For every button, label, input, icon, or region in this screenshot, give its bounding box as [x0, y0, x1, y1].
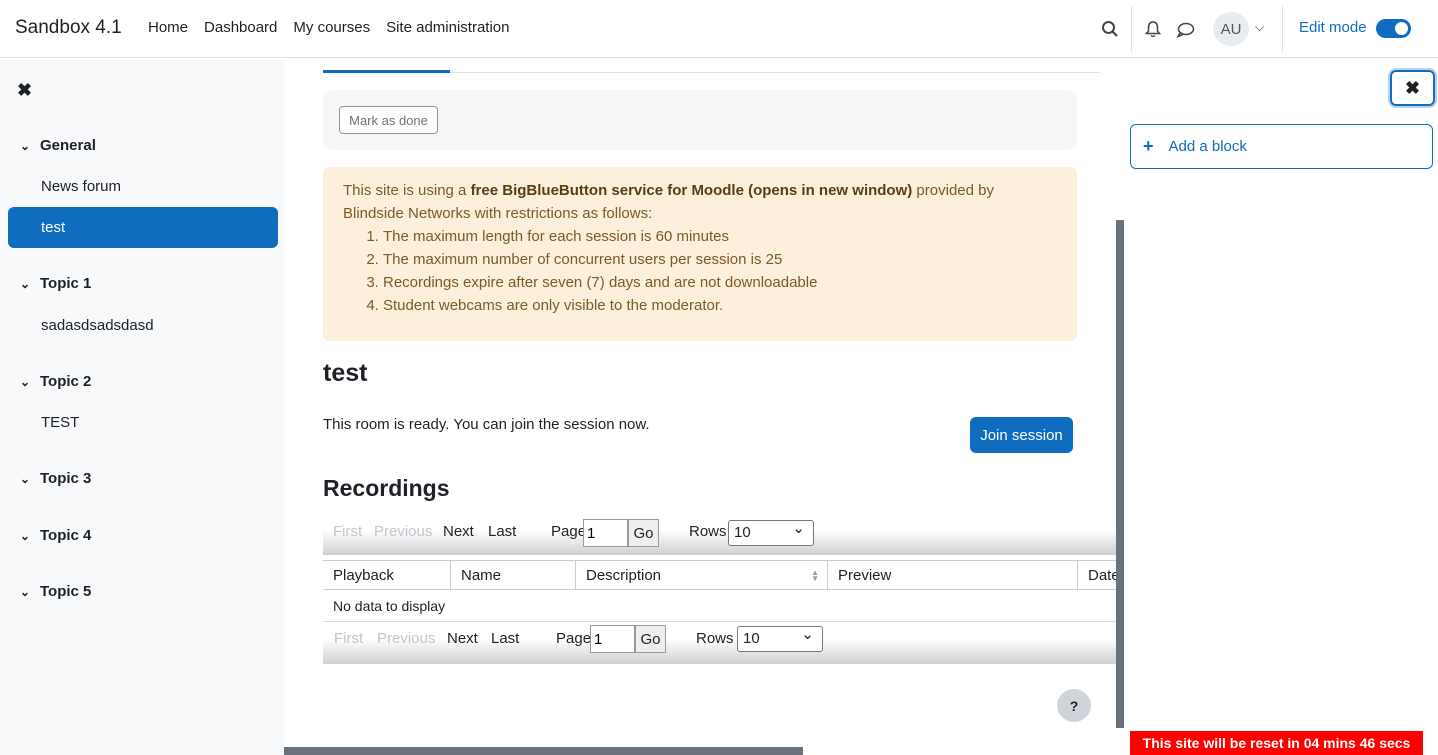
pager-first[interactable]: First	[334, 630, 363, 647]
nav-home[interactable]: Home	[148, 19, 188, 36]
table-header: Playback Name Description ▲ ▼ Preview Date	[323, 560, 1116, 590]
activity-completion: Mark as done	[323, 90, 1077, 150]
main-content: Mark as done This site is using a free B…	[284, 59, 1116, 755]
restriction-item: Recordings expire after seven (7) days a…	[383, 271, 1057, 294]
recordings-heading: Recordings	[323, 475, 450, 501]
block-drawer: ✖ + Add a block	[1125, 59, 1438, 755]
section-title: Topic 4	[40, 527, 92, 544]
edit-mode-toggle[interactable]	[1376, 19, 1411, 38]
bell-icon[interactable]	[1143, 19, 1163, 39]
mark-as-done-button[interactable]: Mark as done	[339, 106, 438, 134]
primary-nav: Home Dashboard My courses Site administr…	[148, 19, 510, 36]
go-button[interactable]: Go	[635, 625, 666, 653]
empty-message: No data to display	[323, 590, 1116, 622]
rows-select[interactable]: 10	[737, 623, 823, 652]
section-topic-5[interactable]: ⌄ Topic 5	[20, 583, 91, 600]
nav-site-administration[interactable]: Site administration	[386, 19, 509, 36]
go-button[interactable]: Go	[628, 519, 659, 547]
column-header[interactable]: Playback	[323, 561, 451, 590]
rows-label: Rows	[689, 523, 727, 540]
close-icon[interactable]: ✖	[1390, 70, 1435, 106]
sort-icon[interactable]: ▲ ▼	[811, 569, 819, 583]
room-status: This room is ready. You can join the ses…	[323, 416, 650, 433]
bbb-service-notice: This site is using a free BigBlueButton …	[323, 167, 1077, 341]
section-topic-2[interactable]: ⌄ Topic 2	[20, 373, 91, 390]
chevron-down-icon[interactable]: ⌄	[20, 529, 40, 543]
active-tab-indicator	[323, 70, 450, 73]
section-topic-3[interactable]: ⌄ Topic 3	[20, 470, 91, 487]
vertical-scrollbar[interactable]	[1116, 220, 1124, 728]
pager-first[interactable]: First	[333, 523, 362, 540]
pager-previous[interactable]: Previous	[374, 523, 432, 540]
section-topic-1[interactable]: ⌄ Topic 1	[20, 275, 91, 292]
page-label: Page	[556, 630, 592, 647]
column-header[interactable]: Preview	[828, 561, 1078, 590]
pager-next[interactable]: Next	[443, 523, 474, 540]
bbb-service-link[interactable]: free BigBlueButton service for Moodle (o…	[471, 182, 913, 199]
recordings-pager-top: First Previous Next Last Page Go Rows 10	[323, 513, 1116, 555]
section-topic-4[interactable]: ⌄ Topic 4	[20, 527, 91, 544]
horizontal-scrollbar[interactable]	[284, 747, 803, 755]
section-general[interactable]: ⌄ General	[20, 137, 96, 154]
site-reset-banner: This site will be reset in 04 mins 46 se…	[1130, 731, 1423, 755]
restriction-list: The maximum length for each session is 6…	[343, 225, 1057, 317]
chat-icon[interactable]	[1174, 19, 1196, 39]
chevron-down-icon[interactable]: ⌄	[20, 139, 40, 153]
column-header[interactable]: Date	[1078, 561, 1116, 590]
close-icon[interactable]: ✖	[17, 80, 32, 101]
top-navbar: Sandbox 4.1 Home Dashboard My courses Si…	[0, 0, 1438, 58]
page-number-input[interactable]	[590, 625, 635, 653]
page-number-input[interactable]	[583, 519, 628, 547]
add-block-button[interactable]: + Add a block	[1130, 124, 1433, 169]
chevron-down-icon[interactable]: ⌄	[20, 375, 40, 389]
nav-my-courses[interactable]: My courses	[293, 19, 370, 36]
activity-news-forum[interactable]: News forum	[41, 178, 121, 195]
navbar-divider	[1282, 6, 1283, 52]
section-title: General	[40, 137, 96, 154]
nav-dashboard[interactable]: Dashboard	[204, 19, 277, 36]
add-block-label: Add a block	[1168, 138, 1247, 155]
notice-text: This site is using a free BigBlueButton …	[343, 182, 994, 222]
restriction-item: The maximum number of concurrent users p…	[383, 248, 1057, 271]
section-title: Topic 2	[40, 373, 92, 390]
chevron-down-icon[interactable]: ⌵	[1255, 20, 1264, 35]
rows-select[interactable]: 10	[728, 517, 814, 546]
recordings-pager-bottom: First Previous Next Last Page Go Rows 10	[323, 622, 1116, 664]
chevron-down-icon[interactable]: ⌄	[20, 277, 40, 291]
restriction-item: Student webcams are only visible to the …	[383, 294, 1057, 317]
section-title: Topic 5	[40, 583, 92, 600]
join-session-button[interactable]: Join session	[970, 417, 1073, 453]
pager-last[interactable]: Last	[491, 630, 519, 647]
section-title: Topic 1	[40, 275, 92, 292]
plus-icon: +	[1143, 136, 1154, 156]
section-title: Topic 3	[40, 470, 92, 487]
chevron-down-icon[interactable]: ⌄	[20, 472, 40, 486]
pager-last[interactable]: Last	[488, 523, 516, 540]
navbar-divider	[1131, 6, 1132, 52]
activity-test-active[interactable]: test	[8, 207, 278, 248]
pager-previous[interactable]: Previous	[377, 630, 435, 647]
room-title: test	[323, 359, 368, 387]
activity-item[interactable]: TEST	[41, 414, 79, 431]
rows-label: Rows	[696, 630, 734, 647]
user-avatar[interactable]: AU	[1213, 12, 1249, 46]
site-brand[interactable]: Sandbox 4.1	[15, 17, 122, 39]
page-label: Page	[551, 523, 587, 540]
edit-mode-label[interactable]: Edit mode	[1299, 19, 1367, 36]
search-icon[interactable]	[1099, 18, 1121, 40]
column-header[interactable]: Name	[451, 561, 576, 590]
course-index-drawer: ✖ ⌄ General News forum test ⌄ Topic 1 sada…	[0, 59, 284, 755]
pager-next[interactable]: Next	[447, 630, 478, 647]
chevron-down-icon[interactable]: ⌄	[20, 585, 40, 599]
recordings-table: Playback Name Description ▲ ▼ Preview Date…	[323, 560, 1116, 622]
activity-item[interactable]: sadasdsadsdasd	[41, 317, 154, 334]
help-button[interactable]: ?	[1057, 689, 1091, 722]
column-header-description[interactable]: Description ▲ ▼	[576, 561, 828, 590]
restriction-item: The maximum length for each session is 6…	[383, 225, 1057, 248]
